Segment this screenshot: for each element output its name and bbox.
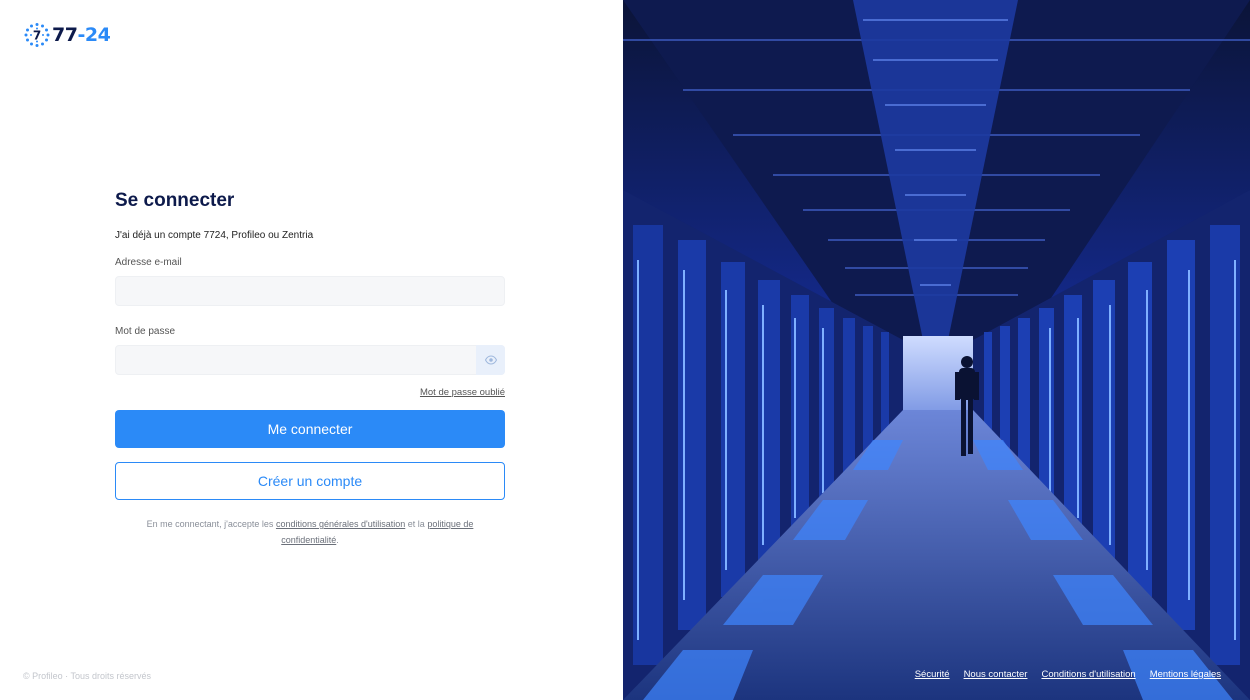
- login-form: Se connecter J'ai déjà un compte 7724, P…: [115, 190, 505, 548]
- terms-link[interactable]: conditions générales d'utilisation: [276, 519, 405, 529]
- forgot-password-row: Mot de passe oublié: [115, 387, 505, 398]
- brand-logo[interactable]: 7 77-24: [24, 22, 111, 48]
- page-title: Se connecter: [115, 190, 235, 211]
- logo-wordmark: 77-24: [52, 24, 111, 46]
- logo-mark-icon: 7: [24, 23, 50, 47]
- login-panel: 7 77-24 Se connecter J'ai déjà un compte…: [0, 0, 623, 700]
- logo-dash: -: [77, 24, 85, 46]
- legal-suffix: .: [336, 535, 339, 545]
- copyright: © Profileo · Tous droits réservés: [23, 671, 152, 681]
- footer-link-security[interactable]: Sécurité: [915, 669, 950, 680]
- create-account-button[interactable]: Créer un compte: [115, 462, 505, 500]
- legal-notice: En me connectant, j'accepte les conditio…: [115, 516, 505, 548]
- legal-middle: et la: [407, 519, 425, 529]
- forgot-password-link[interactable]: Mot de passe oublié: [420, 387, 505, 398]
- login-button[interactable]: Me connecter: [115, 410, 505, 448]
- eye-icon: [484, 355, 497, 365]
- email-label: Adresse e-mail: [115, 257, 182, 268]
- footer-links: Sécurité Nous contacter Conditions d'uti…: [915, 669, 1221, 680]
- legal-prefix: En me connectant, j'accepte les: [146, 519, 274, 529]
- footer-link-terms[interactable]: Conditions d'utilisation: [1041, 669, 1135, 680]
- footer-link-legal-notice[interactable]: Mentions légales: [1150, 669, 1221, 680]
- hero-image: Sécurité Nous contacter Conditions d'uti…: [623, 0, 1250, 700]
- data-center-illustration: [623, 0, 1250, 700]
- footer-link-contact[interactable]: Nous contacter: [964, 669, 1028, 680]
- toggle-password-visibility-button[interactable]: [476, 345, 505, 375]
- password-field[interactable]: [115, 345, 505, 375]
- password-field-wrapper: [115, 345, 505, 375]
- logo-part-1: 77: [52, 24, 78, 46]
- login-subtitle: J'ai déjà un compte 7724, Profileo ou Ze…: [115, 230, 314, 241]
- password-label: Mot de passe: [115, 326, 176, 337]
- logo-part-2: 24: [84, 24, 111, 46]
- svg-text:7: 7: [33, 29, 41, 43]
- email-field[interactable]: [115, 276, 505, 306]
